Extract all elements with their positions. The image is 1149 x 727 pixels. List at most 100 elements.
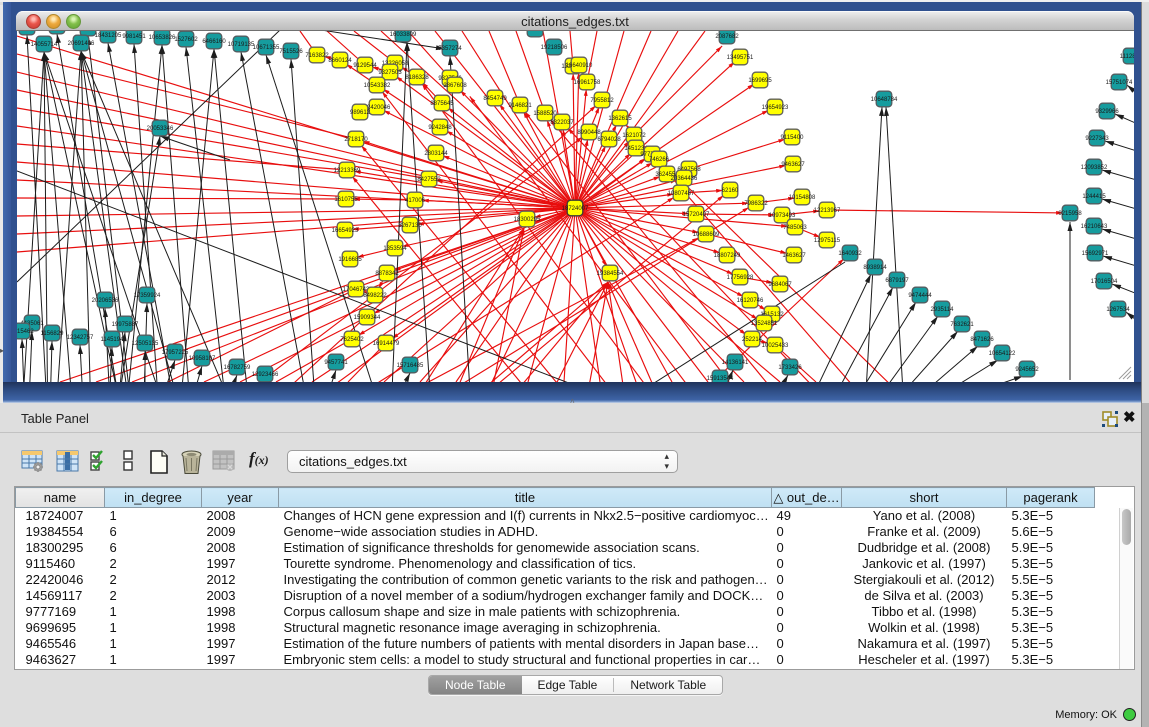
svg-text:7632621: 7632621 [950,322,974,328]
svg-text:12213967: 12213967 [814,208,841,214]
svg-text:8813054: 8813054 [523,31,547,33]
svg-text:12093852: 12093852 [1081,165,1108,171]
svg-text:9327503: 9327503 [378,70,402,76]
svg-text:19975887: 19975887 [112,322,139,328]
svg-text:20206536: 20206536 [92,298,119,304]
svg-text:8322037: 8322037 [550,120,574,126]
svg-text:8186328: 8186328 [405,75,429,81]
svg-text:9242848: 9242848 [428,125,452,131]
svg-text:8427552: 8427552 [417,177,441,183]
svg-text:3915462: 3915462 [17,329,34,335]
svg-text:15692971: 15692971 [1082,251,1109,257]
svg-text:1610755: 1610755 [334,197,358,203]
svg-text:17359924: 17359924 [134,293,161,299]
svg-text:9684067: 9684067 [768,282,792,288]
svg-text:16654923: 16654923 [332,228,359,234]
svg-text:2867608: 2867608 [443,83,467,89]
svg-text:1156829: 1156829 [41,331,65,337]
svg-text:10688609: 10688609 [693,232,720,238]
svg-text:8471626: 8471626 [970,337,994,343]
svg-text:17016504: 17016504 [1091,279,1118,285]
svg-text:18431205: 18431205 [95,33,122,39]
svg-text:252214: 252214 [742,337,763,343]
svg-text:746266: 746266 [649,157,670,163]
svg-text:20691406: 20691406 [68,41,95,47]
svg-text:9245652: 9245652 [1015,367,1039,373]
svg-text:16782759: 16782759 [224,365,251,371]
svg-text:2055712: 2055712 [76,31,100,32]
svg-text:1699695: 1699695 [748,78,772,84]
svg-text:7485063: 7485063 [783,225,807,231]
svg-text:6794028: 6794028 [597,137,621,143]
svg-text:8990448: 8990448 [577,130,601,136]
svg-text:1244415: 1244415 [1082,194,1106,200]
svg-text:15716485: 15716485 [397,363,424,369]
svg-text:3267130: 3267130 [398,223,422,229]
svg-text:1527602: 1527602 [174,37,198,43]
svg-text:10958107: 10958107 [189,356,216,362]
svg-text:1588520: 1588520 [533,111,557,117]
svg-text:12975115: 12975115 [814,238,841,244]
svg-text:417006: 417006 [405,198,426,204]
svg-text:8878342: 8878342 [375,271,399,277]
svg-text:9227343: 9227343 [1085,136,1109,142]
svg-text:7515526: 7515526 [279,49,303,55]
svg-text:10719135: 10719135 [228,42,255,48]
svg-text:9329966: 9329966 [1095,109,1119,115]
svg-text:18300295: 18300295 [514,217,541,223]
svg-text:6466160: 6466160 [202,39,226,45]
svg-text:16961758: 16961758 [574,80,601,86]
svg-text:1916685: 1916685 [338,257,362,263]
svg-text:8938914: 8938914 [863,265,887,271]
svg-text:9463627: 9463627 [781,162,805,168]
svg-text:1640932: 1640932 [838,251,862,257]
svg-text:9115400: 9115400 [781,135,805,141]
svg-text:9981451: 9981451 [122,34,146,40]
svg-text:19654923: 19654923 [762,105,789,111]
svg-text:15720407: 15720407 [683,212,710,218]
svg-text:7357274: 7357274 [438,46,462,52]
svg-text:1267534: 1267534 [1106,307,1130,313]
svg-text:18724007: 18724007 [562,206,589,212]
svg-text:2087682: 2087682 [715,34,739,40]
svg-text:9146821: 9146821 [508,103,532,109]
svg-text:9457741: 9457741 [324,360,348,366]
svg-text:8660124: 8660124 [328,58,352,64]
svg-text:18807249: 18807249 [714,253,741,259]
svg-text:10025433: 10025433 [762,343,789,349]
svg-text:9129544: 9129544 [353,63,377,69]
svg-text:7986322: 7986322 [744,201,768,207]
svg-text:14055714: 14055714 [31,42,58,48]
svg-text:10807487: 10807487 [668,191,695,197]
svg-text:2935114: 2935114 [931,307,955,313]
svg-text:10653826: 10653826 [149,35,176,41]
svg-text:15909344: 15909344 [354,315,381,321]
svg-text:17756928: 17756928 [727,275,754,281]
svg-text:1145194: 1145194 [101,337,125,343]
svg-text:15913544: 15913544 [707,376,734,382]
svg-text:9474444: 9474444 [908,293,932,299]
svg-text:20364436: 20364436 [671,176,698,182]
svg-text:7625402: 7625402 [340,337,364,343]
svg-text:13524851: 13524851 [751,321,778,327]
svg-text:8454749: 8454749 [483,96,507,102]
svg-text:62160: 62160 [722,188,739,194]
svg-text:16914479: 16914479 [373,341,400,347]
svg-text:12505135: 12505135 [132,341,159,347]
svg-text:16033809: 16033809 [390,32,417,38]
svg-text:20053346: 20053346 [147,126,174,132]
svg-text:15751074: 15751074 [1106,80,1133,86]
svg-text:1112853: 1112853 [1120,54,1134,60]
svg-text:1362615: 1362615 [608,116,632,122]
svg-text:16640910: 16640910 [566,63,593,69]
svg-text:17957225: 17957225 [162,350,189,356]
svg-text:2718170: 2718170 [344,137,368,143]
svg-text:12213369: 12213369 [334,168,361,174]
svg-text:1353594: 1353594 [383,246,407,252]
svg-text:10543382: 10543382 [364,83,391,89]
svg-text:10648784: 10648784 [871,97,898,103]
svg-text:989612: 989612 [350,110,371,116]
svg-text:12342757: 12342757 [67,335,94,341]
svg-text:1621072: 1621072 [622,133,646,139]
svg-text:10973493: 10973493 [769,213,796,219]
